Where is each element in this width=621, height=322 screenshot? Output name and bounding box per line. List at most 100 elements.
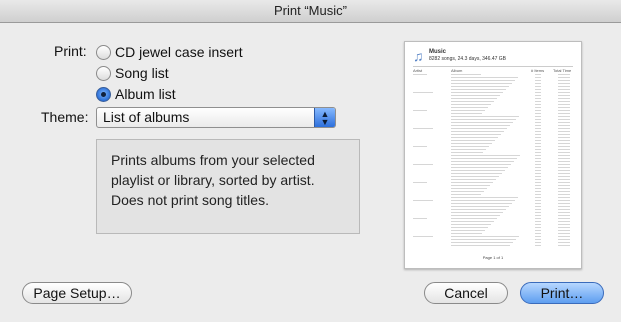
preview-row-time — [558, 227, 570, 228]
page-setup-button[interactable]: Page Setup… — [22, 282, 132, 304]
radio-cd-jewel-case[interactable]: CD jewel case insert — [96, 42, 243, 62]
preview-row-num — [535, 233, 541, 234]
preview-row-num — [535, 125, 541, 126]
preview-row-line — [451, 203, 512, 204]
preview-row-num — [535, 119, 541, 120]
radio-album-list[interactable]: Album list — [96, 84, 176, 104]
preview-row-line — [451, 98, 497, 99]
preview-row-line — [451, 167, 508, 168]
preview-row-time — [558, 200, 570, 201]
preview-row-num — [535, 221, 541, 222]
print-preview: ♫ Music 8282 songs, 24.3 days, 346.47 GB… — [404, 41, 582, 269]
preview-row-time — [558, 131, 570, 132]
preview-row-line — [451, 182, 493, 183]
preview-row-num — [535, 170, 541, 171]
radio-button-selected[interactable] — [96, 86, 111, 102]
preview-col-count: # Items — [531, 68, 545, 73]
preview-row-num — [535, 158, 541, 159]
preview-row-num — [535, 215, 541, 216]
preview-row-time — [558, 194, 570, 195]
preview-row-num — [535, 149, 541, 150]
preview-row-time — [558, 92, 570, 93]
preview-row-artist — [413, 200, 433, 201]
preview-row-line — [451, 152, 483, 153]
preview-row-time — [558, 119, 570, 120]
preview-row-time — [558, 182, 570, 183]
preview-row-num — [535, 77, 541, 78]
print-button[interactable]: Print… — [520, 282, 604, 304]
preview-row-num — [535, 209, 541, 210]
preview-row-num — [535, 95, 541, 96]
preview-row-line — [451, 212, 503, 213]
preview-row-time — [558, 152, 570, 153]
preview-row-time — [558, 230, 570, 231]
preview-row-time — [558, 77, 570, 78]
preview-row-num — [535, 80, 541, 81]
preview-row-time — [558, 155, 570, 156]
preview-row-time — [558, 209, 570, 210]
preview-row-artist — [413, 218, 427, 219]
preview-row-num — [535, 218, 541, 219]
preview-row-time — [558, 74, 570, 75]
preview-row-time — [558, 212, 570, 213]
preview-row-line — [451, 191, 484, 192]
preview-row-num — [535, 194, 541, 195]
preview-row-num — [535, 203, 541, 204]
preview-row-time — [558, 113, 570, 114]
preview-row-line — [451, 113, 482, 114]
preview-row-line — [451, 173, 502, 174]
preview-row-num — [535, 242, 541, 243]
preview-row-line — [451, 188, 487, 189]
preview-row-line — [451, 92, 503, 93]
preview-row-num — [535, 152, 541, 153]
radio-button[interactable] — [96, 44, 111, 60]
preview-footer: Page 1 of 1 — [482, 255, 504, 260]
preview-row-num — [535, 104, 541, 105]
preview-row-num — [535, 206, 541, 207]
preview-row-time — [558, 128, 570, 129]
preview-row-num — [535, 236, 541, 237]
preview-row-line — [451, 242, 513, 243]
preview-rows — [413, 74, 573, 252]
preview-row-line — [451, 224, 491, 225]
preview-row-line — [451, 200, 515, 201]
preview-row-time — [558, 191, 570, 192]
preview-row-line — [451, 209, 506, 210]
preview-row-artist — [413, 92, 433, 93]
radio-song-list[interactable]: Song list — [96, 63, 169, 83]
preview-row-artist — [413, 146, 427, 147]
preview-row-num — [535, 239, 541, 240]
preview-title: Music — [429, 49, 447, 55]
preview-row-num — [535, 185, 541, 186]
preview-row-num — [535, 131, 541, 132]
preview-row-line — [451, 245, 510, 246]
theme-label: Theme: — [41, 109, 89, 125]
preview-row-time — [558, 167, 570, 168]
theme-description: Prints albums from your selected playlis… — [96, 139, 360, 234]
preview-row-time — [558, 122, 570, 123]
preview-row-num — [535, 191, 541, 192]
preview-row-num — [535, 92, 541, 93]
preview-row-artist — [413, 74, 427, 75]
cancel-button[interactable]: Cancel — [424, 282, 508, 304]
preview-row-time — [558, 197, 570, 198]
preview-row-num — [535, 113, 541, 114]
preview-row-time — [558, 143, 570, 144]
preview-row-line — [451, 218, 497, 219]
preview-row-num — [535, 155, 541, 156]
preview-row-line — [451, 170, 505, 171]
preview-row-time — [558, 125, 570, 126]
preview-row-time — [558, 137, 570, 138]
preview-row-time — [558, 104, 570, 105]
preview-row-artist — [413, 128, 433, 129]
preview-row-time — [558, 98, 570, 99]
preview-row-line — [451, 227, 488, 228]
preview-row-num — [535, 137, 541, 138]
preview-row-line — [451, 149, 486, 150]
preview-row-time — [558, 110, 570, 111]
radio-button[interactable] — [96, 65, 111, 81]
theme-select[interactable]: List of albums ▲ ▼ — [96, 107, 336, 128]
preview-row-line — [451, 83, 512, 84]
preview-row-line — [451, 221, 494, 222]
preview-row-num — [535, 179, 541, 180]
